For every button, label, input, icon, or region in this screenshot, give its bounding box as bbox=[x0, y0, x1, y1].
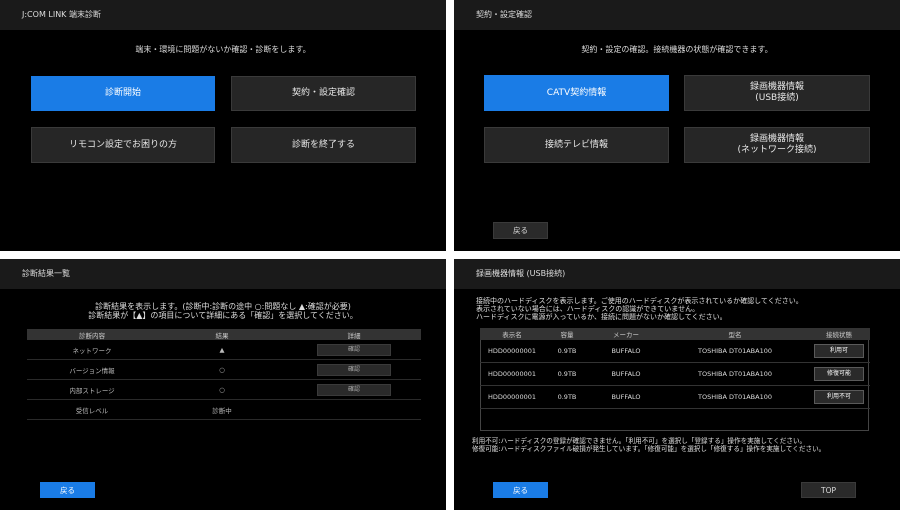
usb-description: 接続中のハードディスクを表示します。ご使用のハードディスクが表示されているか確認… bbox=[476, 297, 803, 321]
status-legend-note: 利用不可:ハードディスクの登録が確認できません。「利用不可」を選択し「登録する」… bbox=[472, 437, 826, 453]
table-row: HDD00000001 0.9TB BUFFALO TOSHIBA DT01AB… bbox=[480, 362, 870, 386]
screen-subtitle: 契約・設定の確認。接続機器の状態が確認できます。 bbox=[581, 45, 773, 54]
hdd-model: TOSHIBA DT01ABA100 bbox=[662, 340, 808, 363]
hdd-name: HDD00000001 bbox=[480, 385, 544, 409]
hdd-maker: BUFFALO bbox=[590, 340, 662, 363]
hdd-size: 0.9TB bbox=[544, 340, 590, 363]
table-row: ネットワーク ▲ 確認 bbox=[27, 340, 421, 360]
recorder-usb-button[interactable]: 録画機器情報 (USB接続) bbox=[684, 75, 870, 111]
table-row: HDD00000001 0.9TB BUFFALO TOSHIBA DT01AB… bbox=[480, 340, 870, 363]
col-item: 診断内容 bbox=[27, 329, 157, 340]
col-status: 接続状態 bbox=[808, 328, 870, 340]
screen-title: 契約・設定確認 bbox=[454, 0, 900, 30]
col-result: 結果 bbox=[157, 329, 287, 340]
row-result: 診断中 bbox=[157, 399, 287, 420]
contract-settings-button[interactable]: 契約・設定確認 bbox=[231, 76, 416, 111]
hdd-model: TOSHIBA DT01ABA100 bbox=[662, 385, 808, 409]
contract-settings-screen: 契約・設定確認 契約・設定の確認。接続機器の状態が確認できます。 CATV契約情… bbox=[454, 0, 900, 251]
row-item: バージョン情報 bbox=[27, 359, 157, 380]
screen-title: 診断結果一覧 bbox=[0, 259, 446, 289]
col-size: 容量 bbox=[544, 328, 590, 340]
table-header: 診断内容 結果 詳細 bbox=[27, 329, 421, 340]
hdd-size: 0.9TB bbox=[544, 385, 590, 409]
status-button[interactable]: 利用不可 bbox=[814, 390, 864, 404]
hdd-maker: BUFFALO bbox=[590, 385, 662, 409]
row-result: ○ bbox=[157, 379, 287, 400]
col-name: 表示名 bbox=[480, 328, 544, 340]
results-instruction: 診断結果が【▲】の項目について詳細にある「確認」を選択してください。 bbox=[88, 311, 358, 320]
hdd-name: HDD00000001 bbox=[480, 362, 544, 386]
back-button[interactable]: 戻る bbox=[493, 482, 548, 498]
confirm-button[interactable]: 確認 bbox=[317, 363, 391, 376]
table-row: 受信レベル 診断中 bbox=[27, 399, 421, 420]
top-button[interactable]: TOP bbox=[801, 482, 856, 498]
col-model: 型名 bbox=[662, 328, 808, 340]
start-diagnosis-button[interactable]: 診断開始 bbox=[31, 76, 215, 111]
confirm-button[interactable]: 確認 bbox=[317, 343, 391, 356]
end-diagnosis-button[interactable]: 診断を終了する bbox=[231, 127, 416, 163]
hdd-size: 0.9TB bbox=[544, 362, 590, 386]
table-row: HDD00000001 0.9TB BUFFALO TOSHIBA DT01AB… bbox=[480, 385, 870, 409]
confirm-button[interactable]: 確認 bbox=[317, 383, 391, 396]
row-item: 受信レベル bbox=[27, 399, 157, 420]
results-table: 診断内容 結果 詳細 ネットワーク ▲ 確認 バージョン情報 ○ 確認 内部スト… bbox=[27, 329, 421, 420]
row-result: ▲ bbox=[157, 340, 287, 360]
hdd-model: TOSHIBA DT01ABA100 bbox=[662, 362, 808, 386]
table-row: 内部ストレージ ○ 確認 bbox=[27, 379, 421, 400]
status-button[interactable]: 利用可 bbox=[814, 344, 864, 358]
remote-help-button[interactable]: リモコン設定でお困りの方 bbox=[31, 127, 215, 163]
status-button[interactable]: 修復可能 bbox=[814, 367, 864, 381]
screen-title: J:COM LINK 端末診断 bbox=[0, 0, 446, 30]
diagnosis-home-screen: J:COM LINK 端末診断 端末・環境に問題がないか確認・診断をします。 診… bbox=[0, 0, 446, 251]
recorder-network-button[interactable]: 録画機器情報 (ネットワーク接続) bbox=[684, 127, 870, 163]
hdd-table: 表示名 容量 メーカー 型名 接続状態 HDD00000001 0.9TB BU… bbox=[480, 328, 870, 409]
back-button[interactable]: 戻る bbox=[493, 222, 548, 239]
row-result: ○ bbox=[157, 359, 287, 380]
screen-subtitle: 端末・環境に問題がないか確認・診断をします。 bbox=[135, 45, 311, 54]
back-button[interactable]: 戻る bbox=[40, 482, 95, 498]
col-detail: 詳細 bbox=[287, 329, 421, 340]
catv-contract-button[interactable]: CATV契約情報 bbox=[484, 75, 669, 111]
hdd-name: HDD00000001 bbox=[480, 340, 544, 363]
hdd-maker: BUFFALO bbox=[590, 362, 662, 386]
connected-tv-button[interactable]: 接続テレビ情報 bbox=[484, 127, 669, 163]
screen-title: 録画機器情報 (USB接続) bbox=[454, 259, 900, 289]
col-maker: メーカー bbox=[590, 328, 662, 340]
row-detail bbox=[287, 399, 421, 420]
row-item: 内部ストレージ bbox=[27, 379, 157, 400]
table-row: バージョン情報 ○ 確認 bbox=[27, 359, 421, 380]
table-header: 表示名 容量 メーカー 型名 接続状態 bbox=[480, 328, 870, 340]
row-item: ネットワーク bbox=[27, 340, 157, 360]
